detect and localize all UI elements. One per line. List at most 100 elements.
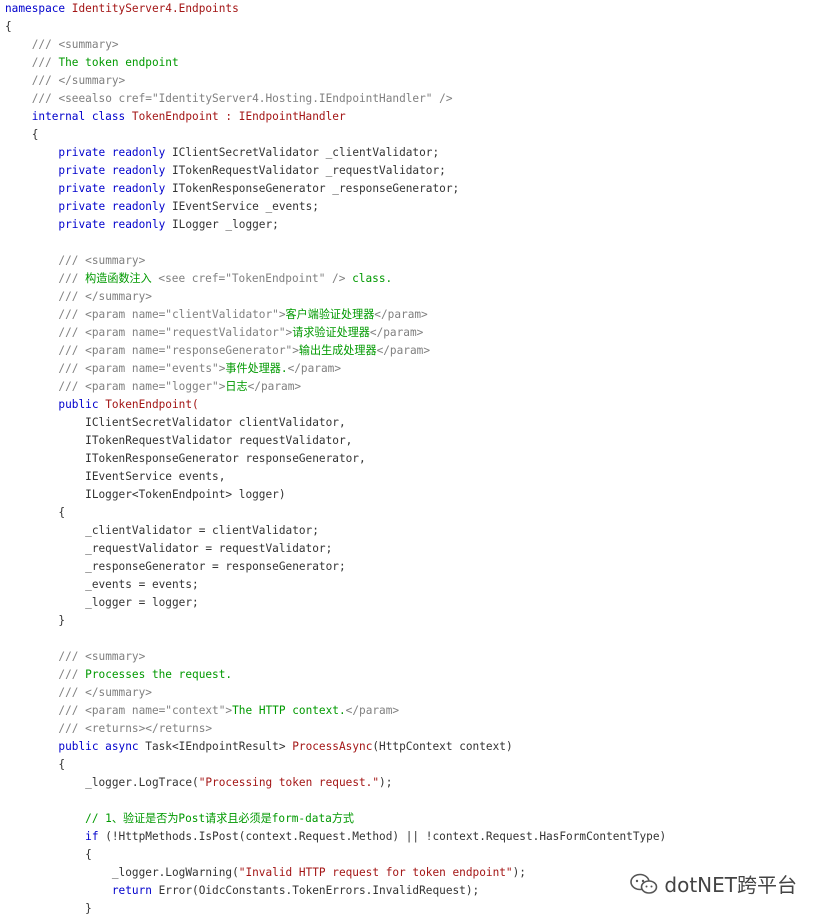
code-token: 构造函数注入 — [85, 272, 159, 285]
code-line: private readonly ITokenResponseGenerator… — [5, 180, 821, 198]
code-line: // 1、验证是否为Post请求且必须是form-data方式 — [5, 810, 821, 828]
code-token: <param name="logger"> — [85, 380, 226, 393]
code-token: /// — [5, 344, 86, 357]
code-token: ); — [379, 776, 393, 789]
code-token: ITokenResponseGenerator responseGenerato… — [5, 452, 366, 465]
code-token: /// — [5, 650, 86, 663]
code-token: } — [5, 902, 92, 915]
code-token: /// — [5, 668, 86, 681]
code-line: _requestValidator = requestValidator; — [5, 540, 821, 558]
code-token: private readonly — [5, 200, 172, 213]
code-token: </param> — [287, 362, 342, 375]
code-token: IClientSecretValidator clientValidator, — [5, 416, 346, 429]
code-token: 客户端验证处理器 — [285, 308, 375, 321]
code-line: /// <param name="clientValidator">客户端验证处… — [5, 306, 821, 324]
code-token: ILogger<TokenEndpoint> logger) — [5, 488, 286, 501]
code-token: /// — [5, 704, 86, 717]
code-token: </summary> — [58, 74, 126, 87]
code-token: IdentityServer4.Endpoints — [71, 2, 239, 15]
code-token: </param> — [345, 704, 400, 717]
code-token: /// — [5, 38, 59, 51]
code-token: <param name="clientValidator"> — [85, 308, 286, 321]
code-token: IEventService _events; — [171, 200, 319, 213]
code-token: /// — [5, 326, 86, 339]
code-line: private readonly ITokenRequestValidator … — [5, 162, 821, 180]
code-token: { — [5, 128, 39, 141]
code-token: if — [5, 830, 106, 843]
code-token: <param name="responseGenerator"> — [85, 344, 299, 357]
code-line: /// <param name="responseGenerator">输出生成… — [5, 342, 821, 360]
code-token: namespace — [5, 2, 72, 15]
code-token: /// — [5, 290, 86, 303]
code-line: private readonly ILogger _logger; — [5, 216, 821, 234]
code-token: /// — [5, 722, 86, 735]
code-line: IClientSecretValidator clientValidator, — [5, 414, 821, 432]
code-token: return — [5, 884, 159, 897]
code-editor: namespace IdentityServer4.Endpoints { ///… — [5, 0, 821, 918]
code-token: <summary> — [85, 254, 146, 267]
code-line: _responseGenerator = responseGenerator; — [5, 558, 821, 576]
code-line: public TokenEndpoint( — [5, 396, 821, 414]
code-line: public async Task<IEndpointResult> Proce… — [5, 738, 821, 756]
code-line: /// </summary> — [5, 288, 821, 306]
code-line: ITokenResponseGenerator responseGenerato… — [5, 450, 821, 468]
code-token: { — [5, 20, 12, 33]
code-token: private readonly — [5, 182, 172, 195]
code-token: internal class — [5, 110, 132, 123]
code-token: (HttpContext context) — [372, 740, 513, 753]
code-line: { — [5, 18, 821, 36]
code-token: { — [5, 506, 66, 519]
code-line: _events = events; — [5, 576, 821, 594]
code-token: public async — [5, 740, 146, 753]
code-token: /// — [5, 74, 59, 87]
code-token: ILogger _logger; — [171, 218, 279, 231]
code-token: class. — [345, 272, 393, 285]
code-line: /// <summary> — [5, 36, 821, 54]
code-token: (!HttpMethods.IsPost(context.Request.Met… — [105, 830, 667, 843]
code-token: <see cref="TokenEndpoint" /> — [158, 272, 346, 285]
code-line: _logger.LogTrace("Processing token reque… — [5, 774, 821, 792]
code-token: ITokenRequestValidator _requestValidator… — [171, 164, 446, 177]
code-line: /// </summary> — [5, 72, 821, 90]
code-token: <returns></returns> — [85, 722, 213, 735]
code-line: /// <summary> — [5, 648, 821, 666]
code-line: namespace IdentityServer4.Endpoints — [5, 0, 821, 18]
code-token: <param name="events"> — [85, 362, 226, 375]
code-token: Error(OidcConstants.TokenErrors.InvalidR… — [158, 884, 480, 897]
code-token: ); — [512, 866, 526, 879]
code-line: /// 构造函数注入 <see cref="TokenEndpoint" /> … — [5, 270, 821, 288]
code-line: IEventService events, — [5, 468, 821, 486]
wechat-icon — [630, 873, 658, 894]
code-line: } — [5, 612, 821, 630]
code-token: Processes the request. — [85, 668, 233, 681]
code-token: /// — [5, 380, 86, 393]
code-token: private readonly — [5, 218, 172, 231]
code-line: } — [5, 900, 821, 918]
code-token: </param> — [247, 380, 302, 393]
code-token: ITokenRequestValidator requestValidator, — [5, 434, 353, 447]
code-token: "Processing token request." — [198, 776, 380, 789]
code-line: /// Processes the request. — [5, 666, 821, 684]
watermark: dotNET跨平台 — [630, 869, 797, 898]
code-line: /// <param name="requestValidator">请求验证处… — [5, 324, 821, 342]
code-token: _logger.LogTrace( — [5, 776, 199, 789]
code-token: /// — [5, 308, 86, 321]
code-line: ILogger<TokenEndpoint> logger) — [5, 486, 821, 504]
code-line: ITokenRequestValidator requestValidator, — [5, 432, 821, 450]
code-token: </summary> — [85, 686, 152, 699]
code-token: _events = events; — [5, 578, 199, 591]
code-line: /// <summary> — [5, 252, 821, 270]
code-line: /// <seealso cref="IdentityServer4.Hosti… — [5, 90, 821, 108]
code-token: <param name="context"> — [85, 704, 233, 717]
code-token: { — [5, 758, 66, 771]
code-token: 事件处理器. — [225, 362, 288, 375]
code-token: </param> — [376, 344, 430, 357]
code-token: _clientValidator = clientValidator; — [5, 524, 319, 537]
code-line: if (!HttpMethods.IsPost(context.Request.… — [5, 828, 821, 846]
code-token: private readonly — [5, 146, 172, 159]
code-token: _requestValidator = requestValidator; — [5, 542, 333, 555]
code-token: ProcessAsync — [292, 740, 373, 753]
code-line: { — [5, 846, 821, 864]
